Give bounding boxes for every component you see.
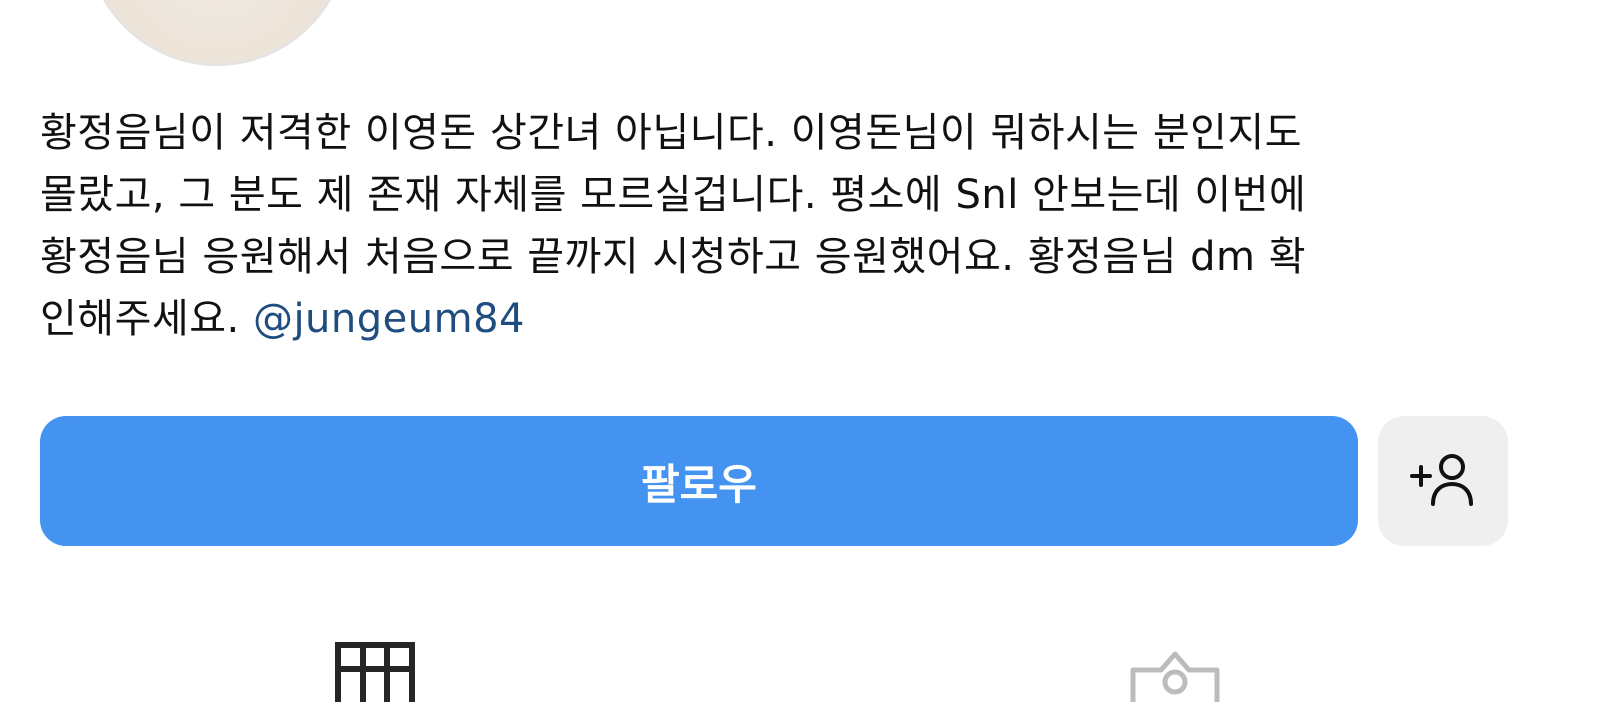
suggested-accounts-button[interactable] [1378,416,1508,546]
follow-button[interactable]: 팔로우 [40,416,1358,546]
tab-posts-grid[interactable] [330,640,420,702]
tab-tagged[interactable] [1125,640,1225,702]
bio-mention-link[interactable]: @jungeum84 [253,296,525,342]
profile-bio: 황정음님이 저격한 이영돈 상간녀 아닙니다. 이영돈님이 뭐하시는 분인지도 … [40,102,1510,350]
bio-line-last: 인해주세요. @jungeum84 [40,288,1510,350]
bio-line-text: 인해주세요. [40,296,253,342]
bio-line: 황정음님이 저격한 이영돈 상간녀 아닙니다. 이영돈님이 뭐하시는 분인지도 [40,110,1303,156]
follow-button-label: 팔로우 [641,459,757,509]
profile-page: 황정음님이 저격한 이영돈 상간녀 아닙니다. 이영돈님이 뭐하시는 분인지도 … [0,0,1600,702]
profile-avatar[interactable] [84,0,350,66]
add-person-icon [1408,450,1478,513]
bio-line: 몰랐고, 그 분도 제 존재 자체를 모르실겁니다. 평소에 Snl 안보는데 … [40,172,1307,218]
tagged-photo-icon [1127,640,1223,702]
bio-line: 황정음님 응원해서 처음으로 끝까지 시청하고 응원했어요. 황정음님 dm 확 [40,234,1306,280]
grid-icon [333,640,417,702]
